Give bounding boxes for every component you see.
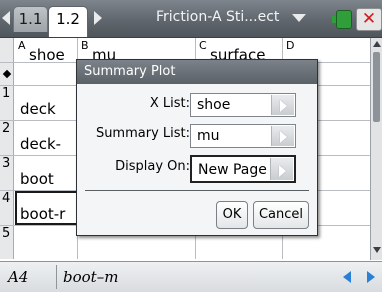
ok-button[interactable]: OK: [216, 201, 248, 229]
summary-list-select[interactable]: mu: [190, 124, 296, 148]
summary-list-label: Summary List:: [95, 126, 190, 141]
tab-scroll-left-icon[interactable]: [2, 11, 10, 25]
arrow-right-icon: [280, 131, 287, 143]
column-letter: D: [286, 39, 295, 52]
column-name: shoe: [29, 46, 65, 62]
dialog-title: Summary Plot: [77, 60, 317, 84]
divider: [85, 190, 309, 191]
table-cell[interactable]: deck-: [15, 121, 78, 155]
cell-reference: A4: [8, 268, 29, 286]
table-cell[interactable]: boot: [15, 156, 78, 190]
corner-cell: [0, 38, 14, 62]
column-letter: B: [81, 39, 89, 52]
arrow-right-icon[interactable]: [367, 271, 375, 283]
arrow-right-icon: [279, 165, 286, 177]
cancel-button[interactable]: Cancel: [253, 201, 309, 229]
dropdown-button[interactable]: [271, 126, 294, 146]
tab-bar: 1.1 1.2 Friction-A Sti...ect ✕: [0, 0, 382, 38]
scroll-up-icon[interactable]: [373, 41, 381, 47]
formula-cell[interactable]: [15, 63, 78, 85]
display-on-select[interactable]: New Page: [190, 155, 296, 183]
formula-row-marker: [0, 63, 14, 85]
summary-plot-dialog: Summary Plot X List: shoe Summary List: …: [76, 59, 318, 236]
row-number: 2: [0, 121, 14, 155]
arrow-right-icon: [280, 100, 287, 112]
chevron-down-icon[interactable]: [292, 14, 306, 22]
row-number: 1: [0, 86, 14, 120]
selected-table-cell[interactable]: boot-r: [15, 191, 78, 225]
tab-1-2[interactable]: 1.2: [48, 6, 88, 37]
table-cell[interactable]: deck: [15, 86, 78, 120]
x-list-select[interactable]: shoe: [190, 93, 296, 117]
cell-value: deck-: [20, 135, 62, 153]
x-list-label: X List:: [149, 96, 190, 111]
arrow-left-icon[interactable]: [343, 271, 351, 283]
diamond-icon: [2, 69, 12, 79]
scrollbar-thumb[interactable]: [373, 52, 380, 122]
display-on-value: New Page: [198, 162, 267, 178]
row-number: 3: [0, 156, 14, 190]
cell-value: boot-r: [20, 205, 66, 223]
divider: [56, 265, 57, 289]
column-letter: C: [199, 39, 207, 52]
tab-1-1[interactable]: 1.1: [13, 6, 48, 32]
dropdown-button[interactable]: [270, 158, 293, 180]
cell-value: deck: [20, 100, 56, 118]
table-cell[interactable]: [15, 226, 78, 259]
display-on-label: Display On:: [115, 159, 190, 174]
row-number: 5: [0, 226, 14, 259]
document-title[interactable]: Friction-A Sti...ect: [156, 9, 279, 25]
battery-icon: [332, 10, 352, 29]
x-list-value: shoe: [197, 97, 231, 113]
entry-value[interactable]: boot–m: [63, 268, 118, 286]
vertical-scrollbar[interactable]: [370, 38, 382, 260]
scroll-down-icon[interactable]: [373, 247, 381, 253]
close-icon[interactable]: ✕: [356, 8, 382, 31]
dropdown-button[interactable]: [271, 95, 294, 115]
tab-scroll-right-icon[interactable]: [94, 11, 102, 25]
row-number: 4: [0, 191, 14, 225]
column-header-a[interactable]: A shoe: [15, 38, 78, 62]
entry-line: A4 boot–m: [0, 261, 382, 292]
column-letter: A: [18, 39, 26, 52]
summary-list-value: mu: [197, 128, 220, 144]
cell-value: boot: [20, 170, 54, 188]
